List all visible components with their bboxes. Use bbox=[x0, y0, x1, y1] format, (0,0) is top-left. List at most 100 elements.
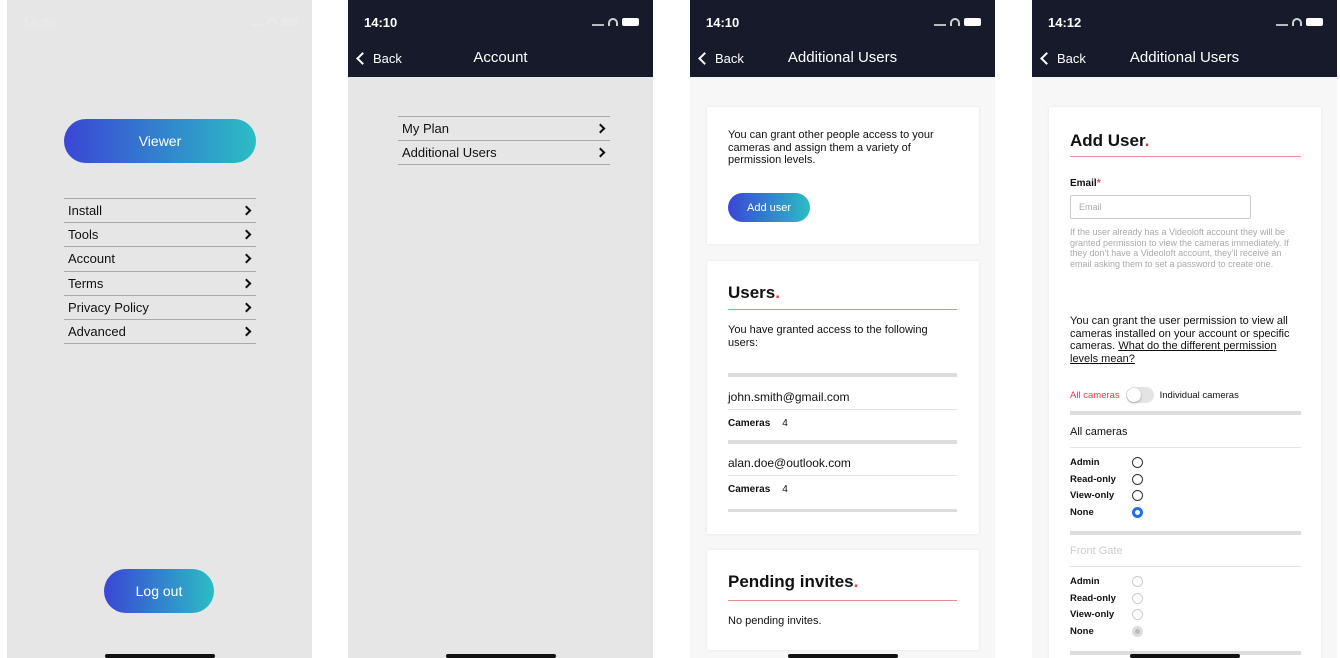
divider bbox=[728, 409, 957, 410]
permission-description: You can grant the user permission to vie… bbox=[1070, 315, 1290, 365]
viewer-button[interactable]: Viewer bbox=[64, 119, 256, 163]
signal-icon bbox=[592, 18, 604, 26]
radio-button-selected[interactable] bbox=[1132, 626, 1143, 638]
pending-text: No pending invites. bbox=[728, 615, 822, 627]
pending-heading: Pending invites. bbox=[728, 572, 859, 591]
account-menu: My Plan Additional Users bbox=[398, 116, 610, 166]
menu-item-label: Terms bbox=[68, 275, 104, 291]
signal-icon bbox=[251, 18, 263, 26]
chevron-right-icon bbox=[241, 326, 252, 337]
heading-underline bbox=[728, 309, 957, 310]
cameras-label: Cameras bbox=[728, 418, 771, 429]
permission-group-front-gate: Admin Read-only View-only None bbox=[1070, 573, 1143, 640]
radio-button[interactable] bbox=[1132, 456, 1143, 468]
permission-option-none[interactable]: None bbox=[1070, 623, 1143, 640]
divider bbox=[728, 440, 957, 444]
signal-icon bbox=[1276, 18, 1288, 26]
group-title: Front Gate bbox=[1070, 545, 1123, 557]
status-bar: 14:09 bbox=[7, 0, 312, 44]
status-bar: 14:10 bbox=[690, 0, 995, 44]
heading-underline bbox=[1070, 156, 1301, 157]
add-user-button[interactable]: Add user bbox=[728, 193, 810, 222]
divider bbox=[728, 509, 957, 512]
menu-item-label: Additional Users bbox=[402, 145, 497, 161]
toggle-right-label: Individual cameras bbox=[1159, 389, 1239, 401]
menu-item-label: My Plan bbox=[402, 121, 449, 137]
divider bbox=[728, 475, 957, 476]
user-email: alan.doe@outlook.com bbox=[728, 456, 851, 470]
permission-option-admin[interactable]: Admin bbox=[1070, 573, 1143, 590]
user-email: john.smith@gmail.com bbox=[728, 390, 850, 404]
cameras-count: 4 bbox=[782, 418, 788, 429]
menu-item-tools[interactable]: Tools bbox=[64, 223, 256, 248]
signal-icon bbox=[934, 18, 946, 26]
permission-group-all: Admin Read-only View-only None bbox=[1070, 454, 1143, 521]
email-field[interactable]: Email bbox=[1070, 195, 1251, 219]
permission-option-view-only[interactable]: View-only bbox=[1070, 607, 1143, 624]
account-screen: 14:10 Back Account My Plan Additional Us… bbox=[348, 0, 653, 658]
home-indicator bbox=[788, 654, 898, 658]
status-icons bbox=[251, 18, 298, 26]
toggle-knob bbox=[1126, 388, 1141, 402]
main-menu: Install Tools Account Terms Privacy Poli… bbox=[64, 198, 256, 345]
home-screen: 14:09 Viewer Install Tools Account Terms… bbox=[7, 0, 312, 658]
status-icons bbox=[592, 18, 639, 26]
divider bbox=[1070, 531, 1301, 535]
status-time: 14:10 bbox=[706, 14, 740, 30]
group-title: All cameras bbox=[1070, 426, 1128, 438]
menu-item-my-plan[interactable]: My Plan bbox=[398, 117, 610, 142]
radio-button[interactable] bbox=[1132, 473, 1143, 485]
logout-button[interactable]: Log out bbox=[104, 569, 214, 613]
menu-item-privacy-policy[interactable]: Privacy Policy bbox=[64, 296, 256, 320]
permission-option-read-only[interactable]: Read-only bbox=[1070, 471, 1143, 488]
wifi-icon bbox=[608, 18, 618, 26]
add-user-heading: Add User. bbox=[1070, 131, 1150, 150]
battery-icon bbox=[622, 18, 639, 26]
radio-button[interactable] bbox=[1132, 575, 1143, 587]
menu-item-label: Install bbox=[68, 203, 102, 219]
menu-item-account[interactable]: Account bbox=[64, 247, 256, 272]
divider bbox=[1070, 566, 1301, 567]
radio-button[interactable] bbox=[1132, 490, 1143, 502]
pending-invites-card: Pending invites. No pending invites. bbox=[707, 550, 979, 650]
status-icons bbox=[1276, 18, 1323, 26]
menu-item-terms[interactable]: Terms bbox=[64, 272, 256, 296]
chevron-right-icon bbox=[241, 205, 252, 216]
email-hint: If the user already has a Videoloft acco… bbox=[1070, 227, 1289, 269]
divider bbox=[728, 373, 957, 377]
chevron-right-icon bbox=[595, 123, 606, 134]
permission-option-admin[interactable]: Admin bbox=[1070, 454, 1143, 471]
permission-option-view-only[interactable]: View-only bbox=[1070, 488, 1143, 505]
menu-item-label: Privacy Policy bbox=[68, 299, 149, 315]
heading-underline bbox=[728, 600, 957, 601]
nav-row: Back Additional Users bbox=[1032, 48, 1337, 72]
menu-item-install[interactable]: Install bbox=[64, 199, 256, 224]
menu-item-label: Advanced bbox=[68, 324, 126, 340]
menu-item-advanced[interactable]: Advanced bbox=[64, 320, 256, 345]
user-cameras-row: Cameras 4 bbox=[728, 418, 788, 429]
status-bar: 14:10 bbox=[348, 0, 653, 44]
status-time: 14:09 bbox=[23, 14, 57, 30]
divider bbox=[1070, 411, 1301, 415]
menu-item-additional-users[interactable]: Additional Users bbox=[398, 141, 610, 166]
status-time: 14:10 bbox=[364, 14, 398, 30]
radio-button[interactable] bbox=[1132, 609, 1143, 621]
radio-button-selected[interactable] bbox=[1132, 507, 1143, 519]
status-time: 14:12 bbox=[1048, 14, 1082, 30]
home-indicator bbox=[446, 654, 556, 658]
camera-scope-toggle-row: All cameras Individual cameras bbox=[1070, 387, 1239, 403]
radio-button[interactable] bbox=[1132, 592, 1143, 604]
permission-option-none[interactable]: None bbox=[1070, 504, 1143, 521]
home-indicator bbox=[105, 654, 215, 658]
camera-scope-toggle[interactable] bbox=[1125, 387, 1154, 403]
intro-card: You can grant other people access to you… bbox=[707, 107, 979, 244]
wifi-icon bbox=[267, 18, 277, 26]
cameras-label: Cameras bbox=[728, 484, 771, 495]
page-title: Additional Users bbox=[1129, 49, 1240, 66]
battery-icon bbox=[964, 18, 981, 26]
status-icons bbox=[934, 18, 981, 26]
permission-option-read-only[interactable]: Read-only bbox=[1070, 590, 1143, 607]
add-user-screen: 14:12 Back Additional Users Add User. Em… bbox=[1032, 0, 1337, 658]
chevron-right-icon bbox=[241, 278, 252, 289]
divider bbox=[1070, 447, 1301, 448]
